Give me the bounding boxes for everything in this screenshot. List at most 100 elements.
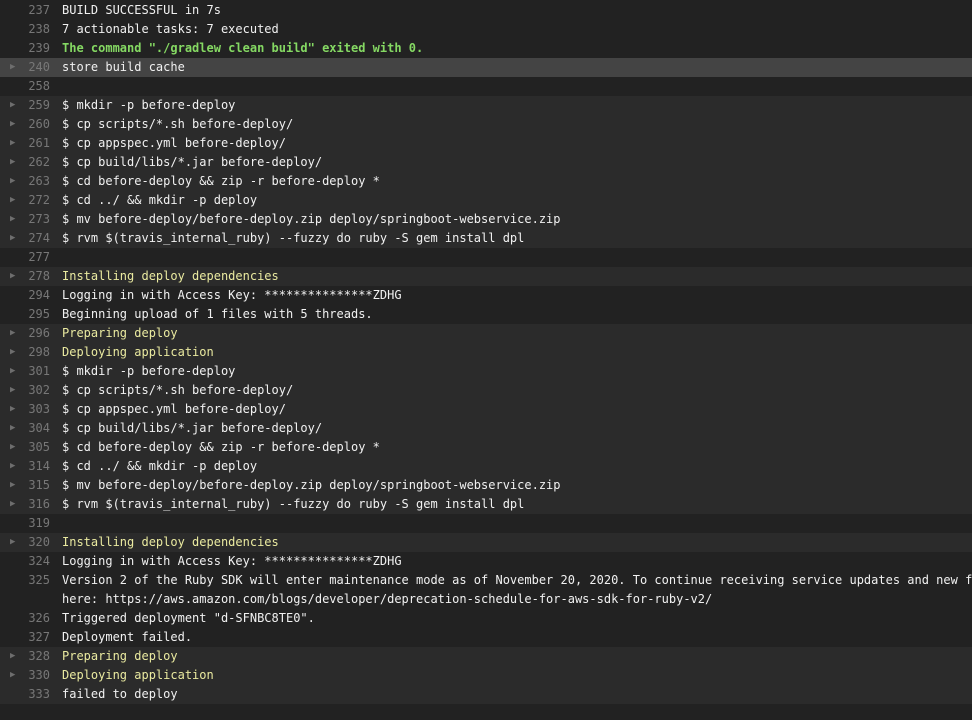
line-number[interactable]: 262 xyxy=(0,153,50,172)
log-text-line: Deployment failed. xyxy=(62,630,193,644)
log-line[interactable]: ▶ 316 $ rvm $(travis_internal_ruby) --fuzz… xyxy=(0,495,972,514)
log-text: Logging in with Access Key: ************… xyxy=(62,286,972,305)
log-text-line: $ cp appspec.yml before-deploy/ xyxy=(62,402,286,416)
log-line: 327 Deployment failed. xyxy=(0,628,972,647)
line-number[interactable]: 296 xyxy=(0,324,50,343)
log-line[interactable]: ▶ 303 $ cp appspec.yml before-deploy/ xyxy=(0,400,972,419)
log-line[interactable]: ▶ 304 $ cp build/libs/*.jar before-deploy/ xyxy=(0,419,972,438)
line-number[interactable]: 320 xyxy=(0,533,50,552)
line-number[interactable]: 237 xyxy=(0,1,50,20)
log-text: store build cache xyxy=(62,58,972,77)
log-text: 7 actionable tasks: 7 executed xyxy=(62,20,972,39)
log-text-line: store build cache xyxy=(62,60,185,74)
log-line[interactable]: ▶ 328 Preparing deploy xyxy=(0,647,972,666)
line-number[interactable]: 319 xyxy=(0,514,50,533)
log-text: $ cd before-deploy && zip -r before-depl… xyxy=(62,172,972,191)
log-text: Preparing deploy xyxy=(62,324,972,343)
log-text: $ cd before-deploy && zip -r before-depl… xyxy=(62,438,972,457)
line-number[interactable]: 328 xyxy=(0,647,50,666)
log-line[interactable]: ▶ 278 Installing deploy dependencies xyxy=(0,267,972,286)
log-text: Installing deploy dependencies xyxy=(62,533,972,552)
line-number[interactable]: 326 xyxy=(0,609,50,628)
log-text-line: $ cp scripts/*.sh before-deploy/ xyxy=(62,117,294,131)
log-line: 277 xyxy=(0,248,972,267)
log-text: $ cd ../ && mkdir -p deploy xyxy=(62,457,972,476)
log-text-line: $ mv before-deploy/before-deploy.zip dep… xyxy=(62,478,561,492)
log-text: $ cp appspec.yml before-deploy/ xyxy=(62,134,972,153)
line-number[interactable]: 327 xyxy=(0,628,50,647)
line-number[interactable]: 260 xyxy=(0,115,50,134)
log-text-line: Triggered deployment "d-SFNBC8TE0". xyxy=(62,611,315,625)
log-line[interactable]: ▶ 262 $ cp build/libs/*.jar before-deploy/ xyxy=(0,153,972,172)
line-number[interactable]: 258 xyxy=(0,77,50,96)
line-number[interactable]: 294 xyxy=(0,286,50,305)
line-number[interactable]: 278 xyxy=(0,267,50,286)
log-line[interactable]: ▶ 314 $ cd ../ && mkdir -p deploy xyxy=(0,457,972,476)
line-number[interactable]: 302 xyxy=(0,381,50,400)
log-text-line: $ mkdir -p before-deploy xyxy=(62,364,236,378)
log-text-line: $ rvm $(travis_internal_ruby) --fuzzy do… xyxy=(62,231,525,245)
log-line[interactable]: ▶ 273 $ mv before-deploy/before-deploy.zip… xyxy=(0,210,972,229)
log-text: BUILD SUCCESSFUL in 7s xyxy=(62,1,972,20)
log-line[interactable]: ▶ 305 $ cd before-deploy && zip -r before-… xyxy=(0,438,972,457)
log-text-line: $ cp build/libs/*.jar before-deploy/ xyxy=(62,421,323,435)
log-line[interactable]: ▶ 272 $ cd ../ && mkdir -p deploy xyxy=(0,191,972,210)
line-number[interactable]: 261 xyxy=(0,134,50,153)
line-number[interactable]: 304 xyxy=(0,419,50,438)
line-number[interactable]: 301 xyxy=(0,362,50,381)
line-number[interactable]: 295 xyxy=(0,305,50,324)
log-line[interactable]: ▶ 261 $ cp appspec.yml before-deploy/ xyxy=(0,134,972,153)
line-number[interactable]: 325 xyxy=(0,571,50,590)
log-text: $ mv before-deploy/before-deploy.zip dep… xyxy=(62,476,972,495)
log-text-line: Preparing deploy xyxy=(62,649,178,663)
line-number[interactable]: 272 xyxy=(0,191,50,210)
log-line[interactable]: ▶ 259 $ mkdir -p before-deploy xyxy=(0,96,972,115)
log-text: Beginning upload of 1 files with 5 threa… xyxy=(62,305,972,324)
line-number[interactable]: 239 xyxy=(0,39,50,58)
log-line[interactable]: ▶ 302 $ cp scripts/*.sh before-deploy/ xyxy=(0,381,972,400)
line-number[interactable]: 315 xyxy=(0,476,50,495)
log-line: 237 BUILD SUCCESSFUL in 7s xyxy=(0,1,972,20)
line-number[interactable]: 324 xyxy=(0,552,50,571)
line-number[interactable]: 238 xyxy=(0,20,50,39)
log-line[interactable]: ▶ 274 $ rvm $(travis_internal_ruby) --fuzz… xyxy=(0,229,972,248)
log-text: $ mkdir -p before-deploy xyxy=(62,362,972,381)
log-text: $ rvm $(travis_internal_ruby) --fuzzy do… xyxy=(62,495,972,514)
log-text: $ cd ../ && mkdir -p deploy xyxy=(62,191,972,210)
log-line[interactable]: ▶ 298 Deploying application xyxy=(0,343,972,362)
line-number[interactable]: 298 xyxy=(0,343,50,362)
line-number[interactable]: 316 xyxy=(0,495,50,514)
log-text: $ rvm $(travis_internal_ruby) --fuzzy do… xyxy=(62,229,972,248)
line-number[interactable]: 305 xyxy=(0,438,50,457)
line-number[interactable]: 240 xyxy=(0,58,50,77)
line-number[interactable]: 263 xyxy=(0,172,50,191)
log-line[interactable]: ▶ 315 $ mv before-deploy/before-deploy.zip… xyxy=(0,476,972,495)
log-text-line: $ cp build/libs/*.jar before-deploy/ xyxy=(62,155,323,169)
log-line: 326 Triggered deployment "d-SFNBC8TE0". xyxy=(0,609,972,628)
line-number[interactable]: 303 xyxy=(0,400,50,419)
log-line[interactable]: ▶ 320 Installing deploy dependencies xyxy=(0,533,972,552)
line-number[interactable]: 277 xyxy=(0,248,50,267)
log-line[interactable]: ▶ 240 store build cache xyxy=(0,58,972,77)
line-number[interactable]: 314 xyxy=(0,457,50,476)
line-number[interactable]: 273 xyxy=(0,210,50,229)
build-log-view: 237 BUILD SUCCESSFUL in 7s 238 7 actionable… xyxy=(0,0,972,720)
log-line[interactable]: ▶ 260 $ cp scripts/*.sh before-deploy/ xyxy=(0,115,972,134)
line-number[interactable]: 259 xyxy=(0,96,50,115)
line-number[interactable]: 333 xyxy=(0,685,50,704)
log-line: 238 7 actionable tasks: 7 executed xyxy=(0,20,972,39)
log-line[interactable]: ▶ 296 Preparing deploy xyxy=(0,324,972,343)
log-text-line: Logging in with Access Key: ************… xyxy=(62,554,402,568)
log-text-line: $ mkdir -p before-deploy xyxy=(62,98,236,112)
log-line[interactable]: ▶ 301 $ mkdir -p before-deploy xyxy=(0,362,972,381)
log-line: 325 Version 2 of the Ruby SDK will enter … xyxy=(0,571,972,609)
log-text-line: BUILD SUCCESSFUL in 7s xyxy=(62,3,221,17)
log-text: $ cp scripts/*.sh before-deploy/ xyxy=(62,381,972,400)
log-text-line: failed to deploy xyxy=(62,687,178,701)
log-line[interactable]: ▶ 263 $ cd before-deploy && zip -r before-… xyxy=(0,172,972,191)
log-text-line: 7 actionable tasks: 7 executed xyxy=(62,22,279,36)
line-number[interactable]: 274 xyxy=(0,229,50,248)
line-number[interactable]: 330 xyxy=(0,666,50,685)
log-text: Version 2 of the Ruby SDK will enter mai… xyxy=(62,571,972,609)
log-line[interactable]: ▶ 330 Deploying application xyxy=(0,666,972,685)
